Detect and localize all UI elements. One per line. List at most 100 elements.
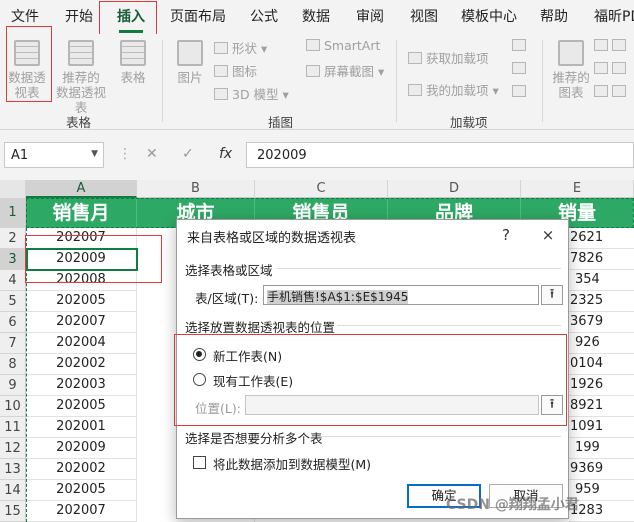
row-header[interactable]: 5 — [0, 291, 26, 312]
formula-value: 202009 — [257, 148, 307, 163]
add-to-data-model-checkbox[interactable] — [193, 456, 206, 469]
smartart-button[interactable]: SmartArt — [306, 38, 380, 53]
cell-e[interactable]: 926 — [569, 333, 634, 354]
table-label: 表格 — [120, 70, 146, 85]
tab-help[interactable]: 帮助 — [540, 6, 568, 26]
cell-a[interactable]: 202002 — [26, 459, 137, 480]
visio-button[interactable] — [512, 84, 530, 99]
cell-e[interactable]: 7826 — [569, 249, 634, 270]
my-addins-button[interactable]: 我的加载项 ▾ — [408, 80, 499, 99]
tab-data[interactable]: 数据 — [302, 6, 330, 26]
people-graph-button[interactable] — [512, 38, 530, 53]
select-all-corner[interactable] — [0, 180, 26, 198]
bar-chart-button[interactable] — [594, 38, 630, 53]
selected-cells-highlight — [25, 235, 162, 283]
pie-chart-icon — [594, 85, 608, 97]
row-header[interactable]: 14 — [0, 480, 26, 501]
pictures-button[interactable]: 图片 — [172, 40, 208, 85]
line-chart-icon — [612, 39, 626, 51]
tab-page-layout[interactable]: 页面布局 — [170, 6, 226, 26]
close-button[interactable]: × — [537, 224, 559, 246]
cell-e[interactable]: 1091 — [569, 417, 634, 438]
bing-maps-button[interactable] — [512, 61, 530, 76]
enter-icon[interactable]: ✓ — [182, 146, 194, 162]
cell-a[interactable]: 202001 — [26, 417, 137, 438]
cell-a[interactable]: 202007 — [26, 501, 137, 522]
recommended-pivot-label-2: 数据透视表 — [55, 85, 106, 115]
cell-e[interactable]: 2621 — [569, 228, 634, 249]
chevron-down-icon[interactable]: ▼ — [91, 149, 98, 159]
row-header[interactable]: 8 — [0, 354, 26, 375]
name-box[interactable]: A1 ▼ — [4, 142, 104, 168]
pictures-label: 图片 — [177, 70, 203, 85]
tab-template-center[interactable]: 模板中心 — [461, 6, 517, 26]
column-header-b[interactable]: B — [137, 180, 255, 198]
cell-a[interactable]: 202002 — [26, 354, 137, 375]
column-header-d[interactable]: D — [388, 180, 521, 198]
recommended-pivot-label-1: 推荐的 — [62, 70, 100, 85]
row-header[interactable]: 6 — [0, 312, 26, 333]
recommended-charts-icon — [558, 40, 584, 66]
row-header[interactable]: 9 — [0, 375, 26, 396]
row-header[interactable]: 2 — [0, 228, 26, 249]
screenshot-button[interactable]: 屏幕截图 ▾ — [306, 61, 384, 80]
header-cell[interactable]: 销售月 — [26, 198, 137, 228]
group-separator — [396, 40, 397, 122]
group-separator — [162, 40, 163, 122]
cell-e[interactable]: 0104 — [569, 354, 634, 375]
cell-e[interactable]: 3679 — [569, 312, 634, 333]
tab-formulas[interactable]: 公式 — [250, 6, 278, 26]
cell-a[interactable]: 202005 — [26, 480, 137, 501]
cell-e[interactable]: 8921 — [569, 396, 634, 417]
tab-foxit-pdf[interactable]: 福昕PD — [594, 6, 634, 26]
row-header[interactable]: 4 — [0, 270, 26, 291]
cell-e[interactable]: 354 — [569, 270, 634, 291]
cell-a[interactable]: 202007 — [26, 312, 137, 333]
icons-button[interactable]: 图标 — [214, 61, 257, 80]
row-header[interactable]: 13 — [0, 459, 26, 480]
dialog-title: 来自表格或区域的数据透视表 — [187, 231, 357, 246]
cell-e[interactable]: 199 — [569, 438, 634, 459]
insert-function-icon[interactable]: fx — [219, 146, 232, 162]
tab-home[interactable]: 开始 — [65, 6, 93, 26]
recommended-pivot-icon — [68, 40, 94, 66]
pie-chart-button[interactable] — [594, 84, 630, 99]
row-header[interactable]: 3 — [0, 249, 26, 270]
3d-models-button[interactable]: 3D 模型 ▾ — [214, 84, 289, 103]
cell-a[interactable]: 202005 — [26, 396, 137, 417]
column-header-c[interactable]: C — [255, 180, 388, 198]
help-button[interactable]: ? — [495, 224, 517, 246]
hierarchy-chart-button[interactable] — [594, 61, 630, 76]
column-header-e[interactable]: E — [521, 180, 634, 198]
row-header[interactable]: 1 — [0, 198, 26, 228]
get-addins-button[interactable]: 获取加载项 — [408, 48, 489, 67]
shapes-button[interactable]: 形状 ▾ — [214, 38, 267, 57]
cell-a[interactable]: 202003 — [26, 375, 137, 396]
row-header[interactable]: 15 — [0, 501, 26, 522]
cell-a[interactable]: 202009 — [26, 438, 137, 459]
row-header[interactable]: 12 — [0, 438, 26, 459]
tab-review[interactable]: 审阅 — [356, 6, 384, 26]
cell-a[interactable]: 202005 — [26, 291, 137, 312]
row-header[interactable]: 7 — [0, 333, 26, 354]
row-header[interactable]: 11 — [0, 417, 26, 438]
recommended-charts-button[interactable]: 推荐的 图表 — [548, 40, 594, 100]
row-header[interactable]: 10 — [0, 396, 26, 417]
range-picker-button[interactable]: ⭱ — [541, 285, 563, 305]
cell-e[interactable]: 2325 — [569, 291, 634, 312]
add-to-data-model-label[interactable]: 将此数据添加到数据模型(M) — [213, 454, 371, 473]
column-header-a[interactable]: A — [26, 180, 137, 198]
cancel-icon[interactable]: ✕ — [146, 146, 158, 162]
more-icon: ⋮ — [118, 146, 132, 162]
watermark: CSDN @翔翔孟小君 — [446, 497, 579, 513]
tab-view[interactable]: 视图 — [410, 6, 438, 26]
cell-a[interactable]: 202004 — [26, 333, 137, 354]
range-input[interactable]: 手机销售!$A$1:$E$1945 — [263, 285, 539, 305]
group-label-addins: 加载项 — [450, 115, 488, 130]
tab-file[interactable]: 文件 — [11, 6, 39, 26]
formula-input[interactable]: 202009 — [246, 142, 634, 168]
table-button[interactable]: 表格 — [116, 40, 150, 85]
cell-e[interactable]: 1926 — [569, 375, 634, 396]
cell-e[interactable]: 9369 — [569, 459, 634, 480]
recommended-pivot-button[interactable]: 推荐的 数据透视表 — [50, 40, 112, 115]
